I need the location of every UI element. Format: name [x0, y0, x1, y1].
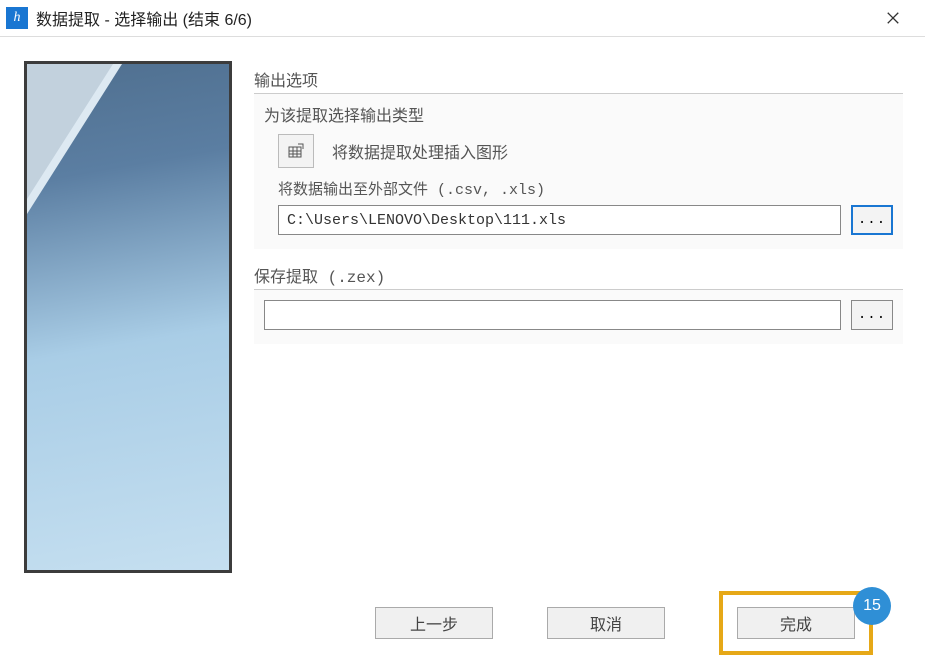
dialog-content: 输出选项 为该提取选择输出类型 [0, 36, 925, 642]
insert-into-drawing-label: 将数据提取处理插入图形 [332, 139, 508, 163]
save-path-input[interactable] [264, 300, 841, 330]
step-badge: 15 [853, 587, 891, 625]
preview-panel [24, 61, 232, 573]
cancel-button[interactable]: 取消 [547, 607, 665, 639]
export-path-input[interactable] [278, 205, 841, 235]
save-extract-title: 保存提取 (.zex) [254, 263, 903, 289]
close-icon[interactable] [873, 0, 913, 36]
export-file-label: 将数据输出至外部文件 (.csv, .xls) [278, 178, 893, 199]
save-extract-group: 保存提取 (.zex) ... [254, 263, 903, 344]
app-icon: h [6, 7, 28, 29]
footer-buttons: 上一步 取消 完成 15 [24, 591, 903, 655]
table-insert-icon [288, 143, 304, 159]
page-curl-icon [27, 64, 122, 214]
form-area: 输出选项 为该提取选择输出类型 [254, 61, 903, 573]
output-options-group: 输出选项 为该提取选择输出类型 [254, 67, 903, 249]
window-title: 数据提取 - 选择输出 (结束 6/6) [36, 6, 873, 30]
browse-export-button[interactable]: ... [851, 205, 893, 235]
browse-save-button[interactable]: ... [851, 300, 893, 330]
output-options-title: 输出选项 [254, 67, 903, 93]
finish-button[interactable]: 完成 [737, 607, 855, 639]
titlebar: h 数据提取 - 选择输出 (结束 6/6) [0, 0, 925, 36]
output-type-subtitle: 为该提取选择输出类型 [264, 102, 893, 126]
prev-button[interactable]: 上一步 [375, 607, 493, 639]
finish-highlight: 完成 15 [719, 591, 873, 655]
insert-into-drawing-button[interactable] [278, 134, 314, 168]
